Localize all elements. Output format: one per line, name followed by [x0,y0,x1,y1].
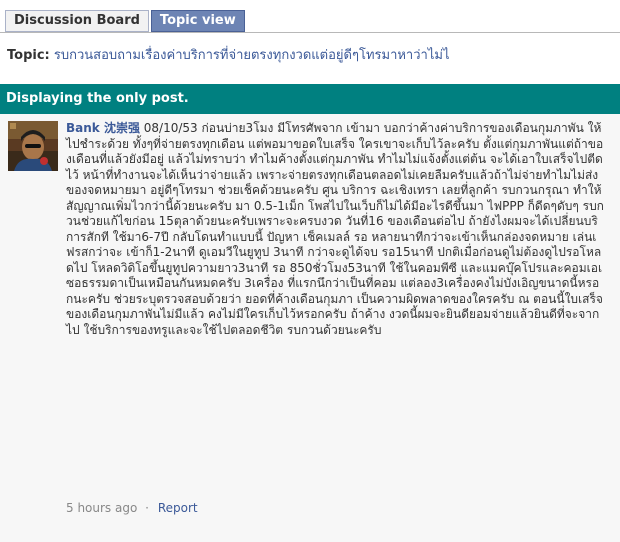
post-count-banner: Displaying the only post. [0,84,620,114]
post-body-text: 08/10/53 ก่อนบ่าย3โมง มีโทรศัพจาก เข้ามา… [66,121,604,337]
post-content: Bank 沈崇强 08/10/53 ก่อนบ่าย3โมง มีโทรศัพจ… [66,121,604,338]
post-footer: 5 hours ago · Report [66,501,198,515]
topic-label: Topic: [7,48,50,63]
tab-discussion-board[interactable]: Discussion Board [5,10,149,32]
tab-divider [0,32,620,33]
topic-header: Topic: รบกวนสอบถามเรื่องค่าบริการที่จ่าย… [7,44,613,65]
avatar[interactable] [8,121,58,171]
post-timestamp: 5 hours ago [66,501,138,515]
tab-topic-view[interactable]: Topic view [150,10,245,32]
report-link[interactable]: Report [158,501,198,515]
footer-separator: · [145,501,149,515]
topic-title-link[interactable]: รบกวนสอบถามเรื่องค่าบริการที่จ่ายตรงทุกง… [54,48,450,63]
avatar-photo-icon [8,121,58,171]
post-author-link[interactable]: Bank 沈崇强 [66,121,140,135]
tab-bar: Discussion Board Topic view [5,10,247,32]
